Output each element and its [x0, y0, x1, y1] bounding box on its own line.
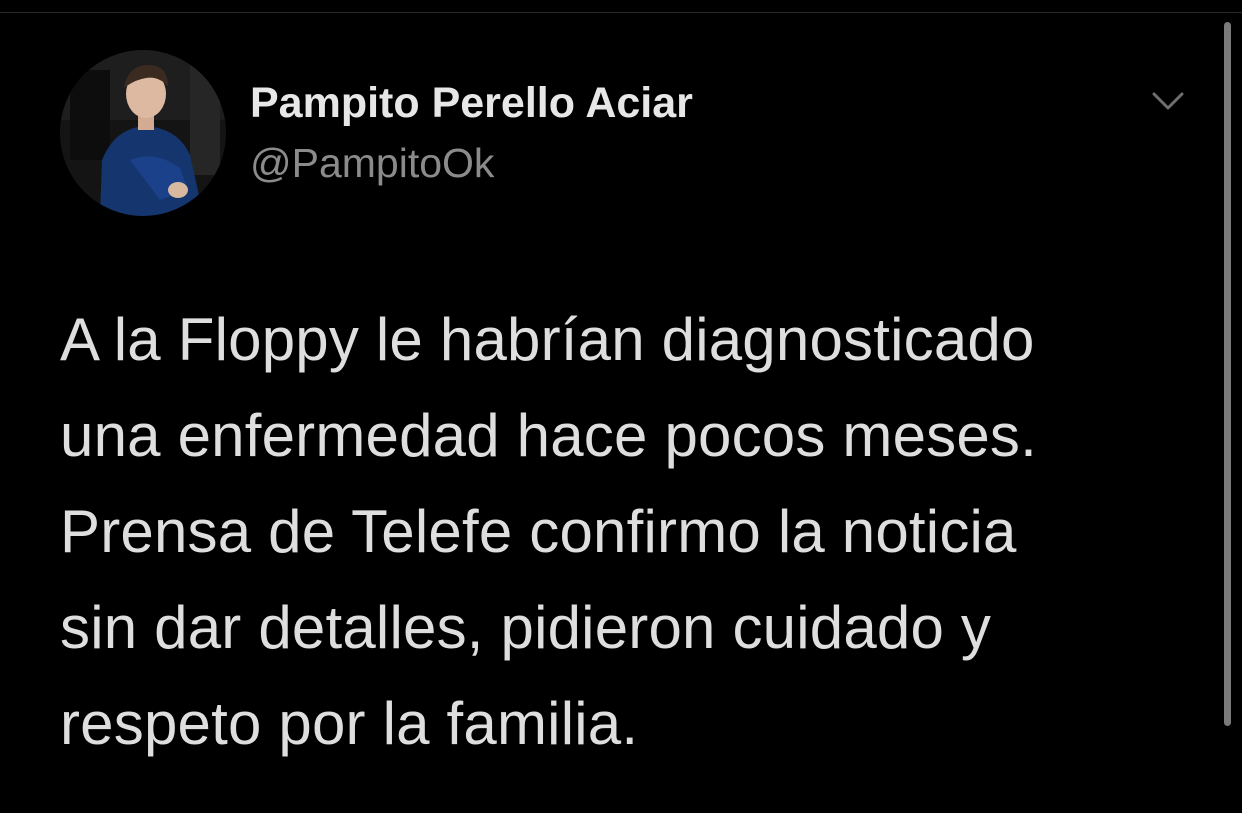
chevron-down-icon — [1152, 92, 1184, 110]
tweet-text-line: respeto por la familia. — [60, 690, 639, 757]
more-options-button[interactable] — [1146, 80, 1190, 124]
avatar[interactable] — [60, 50, 226, 216]
tweet-text: A la Floppy le habrían diagnosticado una… — [60, 292, 1210, 772]
tweet-text-line: A la Floppy le habrían diagnosticado — [60, 306, 1035, 373]
avatar-photo-icon — [60, 50, 226, 216]
tweet-text-line: una enfermedad hace pocos meses. — [60, 402, 1038, 469]
author-handle[interactable]: @PampitoOk — [250, 138, 494, 188]
tweet-text-line: Prensa de Telefe confirmo la noticia — [60, 498, 1017, 565]
scrollbar[interactable] — [1224, 22, 1231, 726]
tweet-text-line: sin dar detalles, pidieron cuidado y — [60, 594, 992, 661]
author-display-name[interactable]: Pampito Perello Aciar — [250, 78, 693, 128]
top-divider — [0, 12, 1242, 13]
